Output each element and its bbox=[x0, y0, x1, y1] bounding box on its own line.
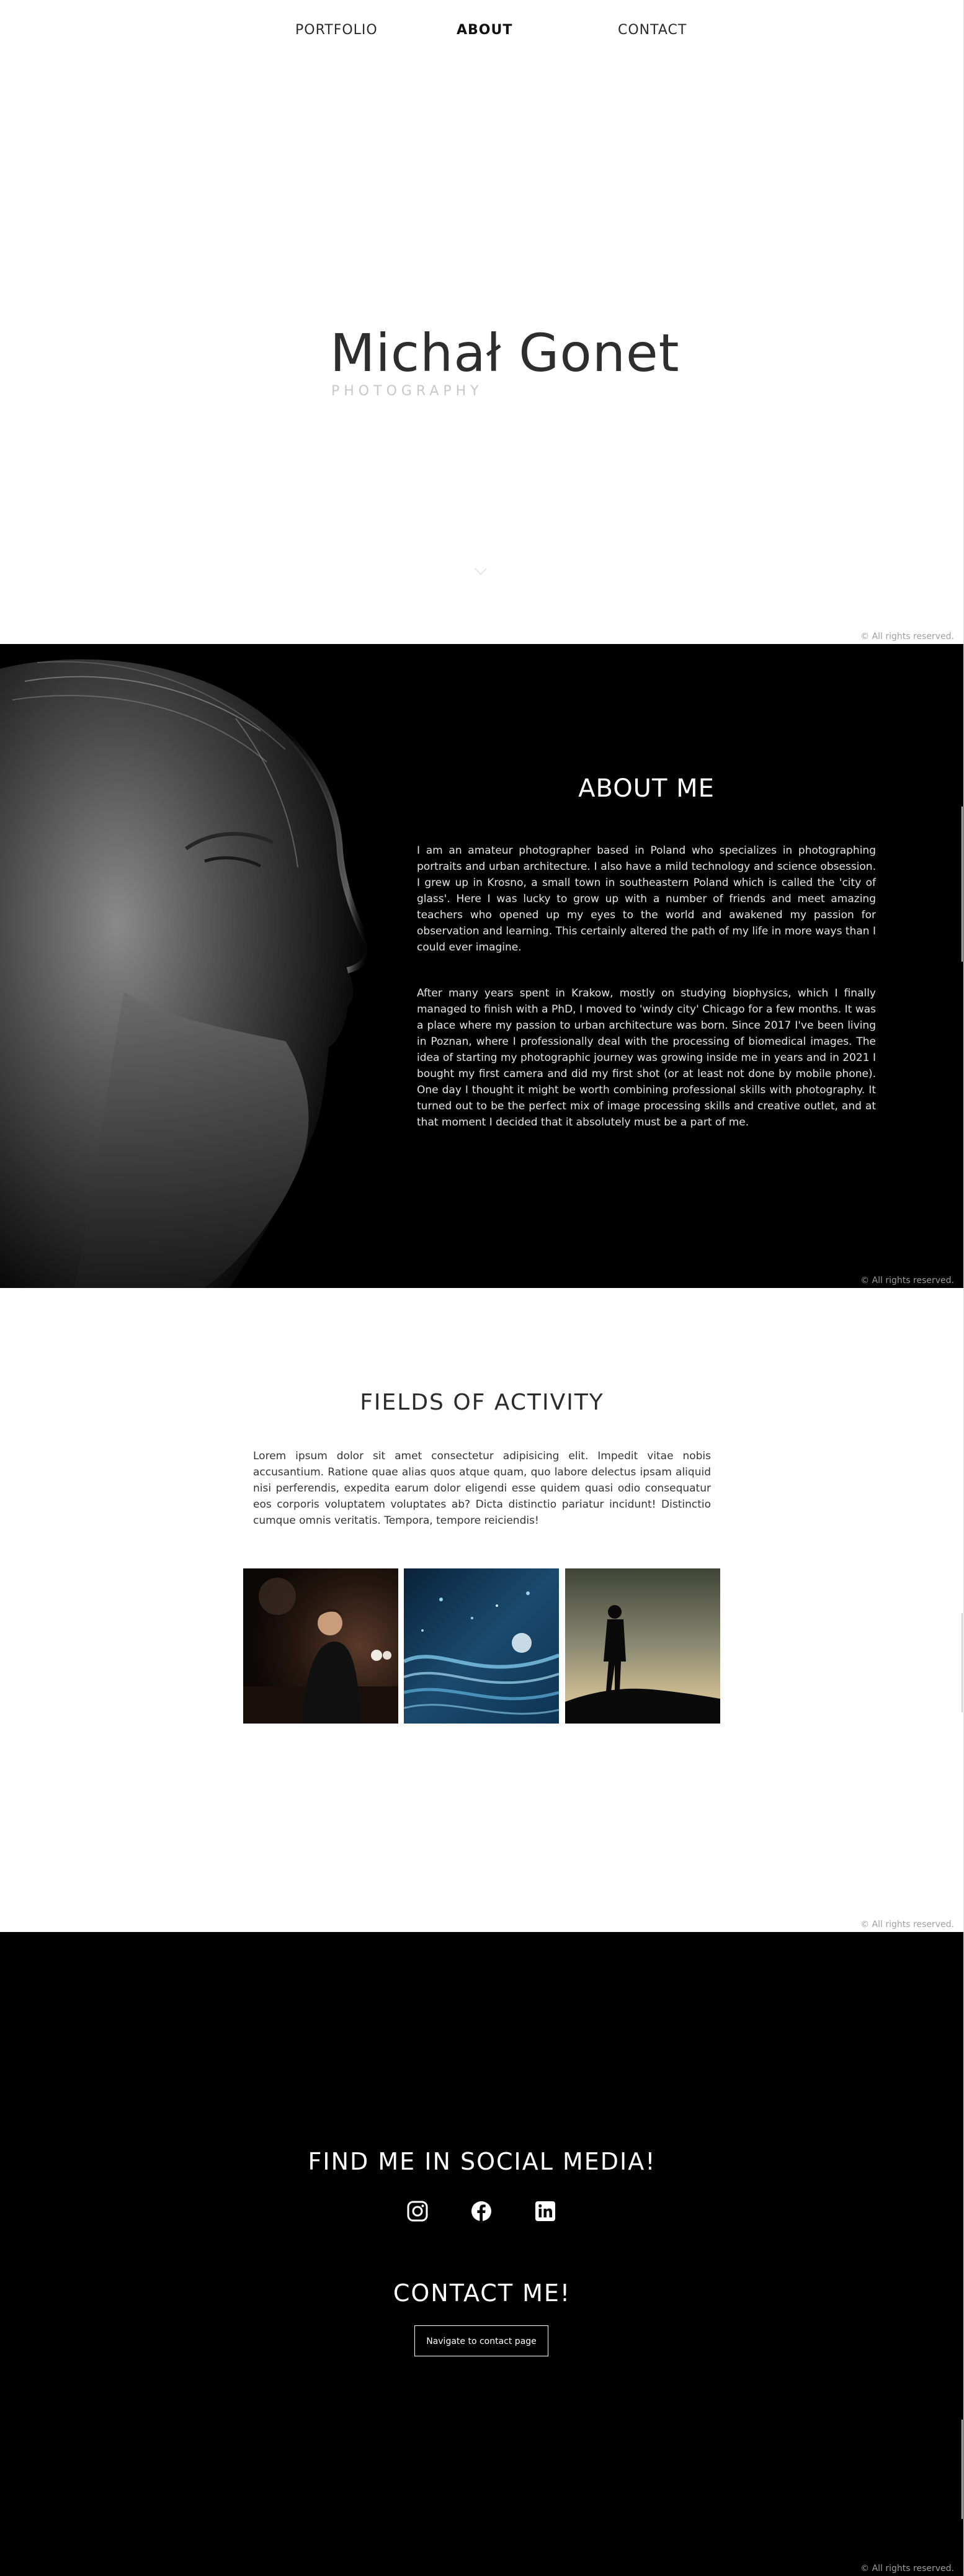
hero-section: PORTFOLIO ABOUT CONTACT Michał Gonet PHO… bbox=[0, 0, 964, 644]
copyright-text: © All rights reserved. bbox=[860, 2564, 954, 2574]
hero-subtitle: PHOTOGRAPHY bbox=[331, 383, 483, 399]
bearded-man-portrait-image bbox=[0, 644, 397, 1288]
contact-heading: CONTACT ME! bbox=[393, 2279, 571, 2307]
nav-link-about[interactable]: ABOUT bbox=[457, 22, 512, 38]
linkedin-icon[interactable] bbox=[534, 2200, 556, 2222]
fields-section: FIELDS OF ACTIVITY Lorem ipsum dolor sit… bbox=[0, 1288, 964, 1932]
fields-description: Lorem ipsum dolor sit amet consectetur a… bbox=[253, 1450, 711, 1527]
facebook-icon[interactable] bbox=[470, 2200, 493, 2222]
scrollbar-thumb[interactable] bbox=[962, 1613, 963, 1712]
about-section: ABOUT ME I am an amateur photographer ba… bbox=[0, 644, 964, 1288]
scrollbar-thumb[interactable] bbox=[962, 807, 963, 962]
nav-link-portfolio[interactable]: PORTFOLIO bbox=[295, 22, 378, 38]
social-contact-section: FIND ME IN SOCIAL MEDIA! CONTACT ME! Nav… bbox=[0, 1932, 964, 2576]
gallery-image-abstract[interactable] bbox=[404, 1568, 559, 1724]
fields-heading: FIELDS OF ACTIVITY bbox=[360, 1390, 604, 1415]
navigate-to-contact-button[interactable]: Navigate to contact page bbox=[414, 2325, 548, 2356]
instagram-icon[interactable] bbox=[406, 2200, 429, 2222]
hero-title: Michał Gonet bbox=[330, 323, 680, 383]
copyright-text: © All rights reserved. bbox=[860, 1920, 954, 1930]
gallery-image-portrait[interactable] bbox=[243, 1568, 398, 1724]
copyright-text: © All rights reserved. bbox=[860, 632, 954, 642]
scrollbar-thumb[interactable] bbox=[962, 2420, 963, 2519]
gallery-image-silhouette[interactable] bbox=[565, 1568, 720, 1724]
about-paragraph-2: After many years spent in Krakow, mostly… bbox=[417, 987, 876, 1129]
nav-link-contact[interactable]: CONTACT bbox=[618, 22, 687, 38]
about-heading: ABOUT ME bbox=[578, 774, 715, 803]
social-heading: FIND ME IN SOCIAL MEDIA! bbox=[308, 2148, 656, 2175]
main-navigation: PORTFOLIO ABOUT CONTACT bbox=[0, 22, 964, 47]
about-paragraph-1: I am an amateur photographer based in Po… bbox=[417, 844, 876, 954]
scroll-down-chevron-icon[interactable] bbox=[475, 563, 487, 575]
copyright-text: © All rights reserved. bbox=[860, 1276, 954, 1286]
